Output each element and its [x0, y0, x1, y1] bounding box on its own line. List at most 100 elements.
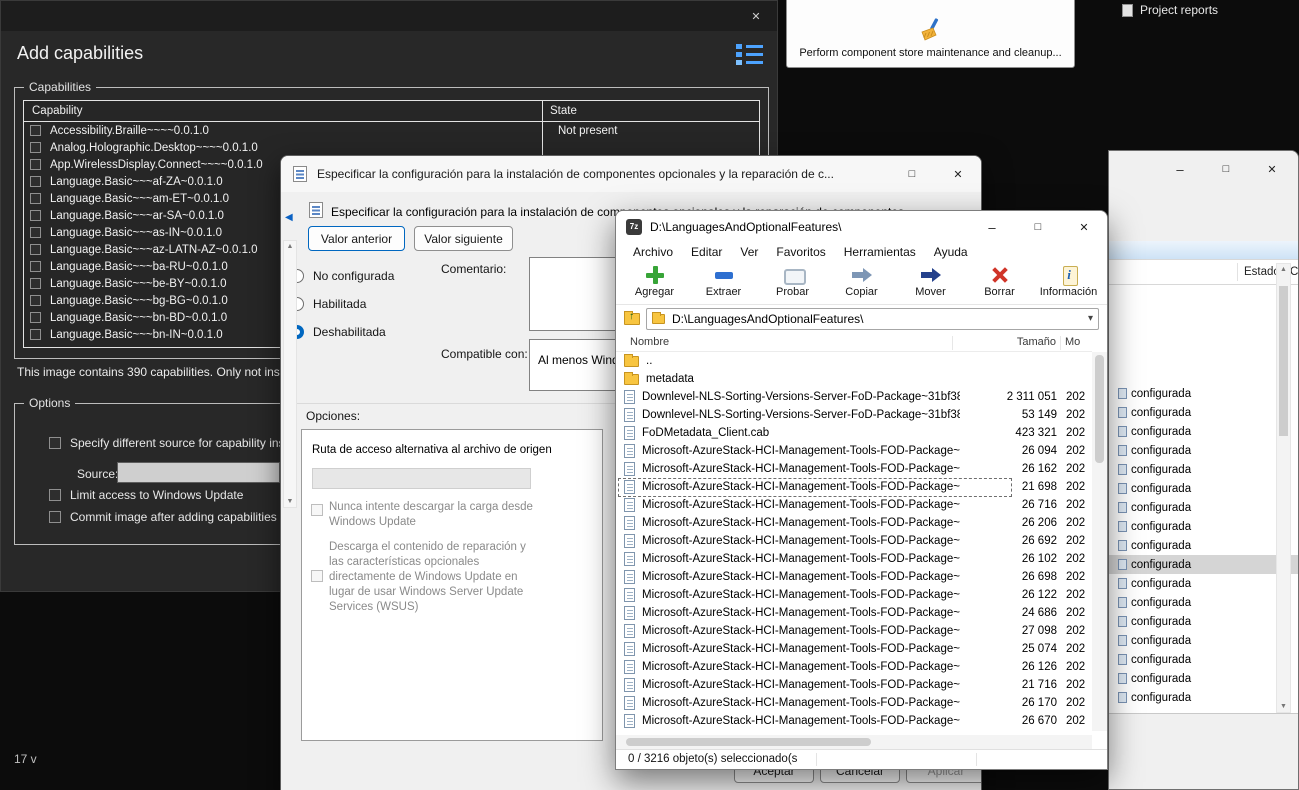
toolbar-delete[interactable]: Borrar: [965, 263, 1034, 304]
menu-item-favoritos[interactable]: Favoritos: [767, 243, 834, 263]
up-directory-icon[interactable]: [624, 311, 640, 325]
scrollbar-thumb[interactable]: [1279, 286, 1288, 436]
policy-state-row[interactable]: configurada: [1109, 650, 1298, 669]
policy-state-row[interactable]: configurada: [1109, 498, 1298, 517]
policy-state-row[interactable]: configurada: [1109, 460, 1298, 479]
checkbox[interactable]: [49, 489, 61, 501]
file-row[interactable]: Microsoft-AzureStack-HCI-Management-Tool…: [617, 550, 1092, 568]
dialog-titlebar[interactable]: Especificar la configuración para la ins…: [281, 156, 981, 192]
gpme-titlebar[interactable]: [1109, 151, 1298, 187]
capability-checkbox[interactable]: [30, 176, 41, 187]
policy-state-row[interactable]: configurada: [1109, 384, 1298, 403]
policy-state-row[interactable]: configurada: [1109, 517, 1298, 536]
name-column-header[interactable]: Nombre: [630, 336, 669, 348]
file-row[interactable]: Microsoft-AzureStack-HCI-Management-Tool…: [617, 496, 1092, 514]
wu-instead-wsus-checkbox[interactable]: [311, 570, 323, 582]
size-column-header[interactable]: Tamaño: [956, 336, 1056, 348]
toolbar-test[interactable]: Probar: [758, 263, 827, 304]
menu-item-ayuda[interactable]: Ayuda: [925, 243, 977, 263]
alt-source-input[interactable]: [312, 468, 531, 489]
close-button[interactable]: [1061, 211, 1107, 243]
specify-source-checkbox-row[interactable]: Specify different source for capability …: [49, 436, 300, 450]
source-input[interactable]: [117, 462, 280, 483]
policy-state-row[interactable]: configurada: [1109, 612, 1298, 631]
file-row[interactable]: metadata: [617, 370, 1092, 388]
modified-column-header[interactable]: Mo: [1065, 336, 1080, 348]
maximize-button[interactable]: [1203, 151, 1249, 187]
radio-enabled[interactable]: Habilitada: [290, 297, 366, 311]
back-arrow-icon[interactable]: [285, 212, 293, 223]
dialog-scrollbar[interactable]: [283, 240, 297, 508]
file-row[interactable]: Microsoft-AzureStack-HCI-Management-Tool…: [617, 676, 1092, 694]
maximize-button[interactable]: [1015, 211, 1061, 243]
add-capabilities-titlebar[interactable]: [1, 1, 777, 31]
policy-state-row[interactable]: configurada: [1109, 403, 1298, 422]
capability-checkbox[interactable]: [30, 312, 41, 323]
file-row[interactable]: Microsoft-AzureStack-HCI-Management-Tool…: [617, 532, 1092, 550]
never-download-checkbox[interactable]: [311, 504, 323, 516]
scrollbar-thumb[interactable]: [626, 738, 871, 746]
policy-state-row[interactable]: configurada: [1109, 536, 1298, 555]
toolbar-move[interactable]: Mover: [896, 263, 965, 304]
checkbox[interactable]: [49, 437, 61, 449]
capability-row[interactable]: Accessibility.Braille~~~~0.0.1.0 Not pres…: [24, 122, 759, 139]
toolbar-info[interactable]: Información: [1034, 263, 1103, 304]
next-setting-button[interactable]: Valor siguiente: [414, 226, 513, 251]
toolbar-copy[interactable]: Copiar: [827, 263, 896, 304]
file-row[interactable]: Microsoft-AzureStack-HCI-Management-Tool…: [617, 586, 1092, 604]
file-row[interactable]: Microsoft-AzureStack-HCI-Management-Tool…: [617, 640, 1092, 658]
policy-state-row[interactable]: configurada: [1109, 688, 1298, 707]
estado-column-header[interactable]: Estado: [1244, 266, 1280, 278]
menu-item-editar[interactable]: Editar: [682, 243, 731, 263]
horizontal-scrollbar[interactable]: [616, 735, 1092, 749]
capability-checkbox[interactable]: [30, 210, 41, 221]
scroll-up-icon[interactable]: [1277, 266, 1290, 273]
file-row[interactable]: Microsoft-AzureStack-HCI-Management-Tool…: [617, 514, 1092, 532]
capability-column-header[interactable]: Capability: [24, 105, 83, 117]
capability-checkbox[interactable]: [30, 244, 41, 255]
menu-item-archivo[interactable]: Archivo: [624, 243, 682, 263]
file-row[interactable]: Microsoft-AzureStack-HCI-Management-Tool…: [617, 604, 1092, 622]
file-row[interactable]: ..: [617, 352, 1092, 370]
radio-not-configured[interactable]: No configurada: [290, 269, 394, 283]
file-row[interactable]: Microsoft-AzureStack-HCI-Management-Tool…: [617, 694, 1092, 712]
minimize-button[interactable]: [969, 211, 1015, 243]
capability-checkbox[interactable]: [30, 227, 41, 238]
file-row[interactable]: Microsoft-AzureStack-HCI-Management-Tool…: [617, 442, 1092, 460]
limit-wu-checkbox-row[interactable]: Limit access to Windows Update: [49, 488, 243, 502]
scroll-up-icon[interactable]: [284, 243, 296, 250]
policy-state-row[interactable]: configurada: [1109, 574, 1298, 593]
file-row[interactable]: FoDMetadata_Client.cab 423 321 202: [617, 424, 1092, 442]
chevron-down-icon[interactable]: [1088, 309, 1093, 329]
close-button[interactable]: [935, 156, 981, 192]
close-button[interactable]: [1249, 151, 1295, 187]
toolbar-extract[interactable]: Extraer: [689, 263, 758, 304]
project-reports-item[interactable]: Project reports: [1122, 3, 1218, 17]
capability-checkbox[interactable]: [30, 329, 41, 340]
capability-row[interactable]: Analog.Holographic.Desktop~~~~0.0.1.0: [24, 139, 759, 156]
file-row[interactable]: Microsoft-AzureStack-HCI-Management-Tool…: [617, 568, 1092, 586]
minimize-button[interactable]: [1157, 151, 1203, 187]
gpme-vertical-scrollbar[interactable]: [1276, 263, 1291, 713]
file-row[interactable]: Microsoft-AzureStack-HCI-Management-Tool…: [617, 460, 1092, 478]
capability-checkbox[interactable]: [30, 295, 41, 306]
file-row[interactable]: Microsoft-AzureStack-HCI-Management-Tool…: [617, 712, 1092, 730]
commit-checkbox-row[interactable]: Commit image after adding capabilities: [49, 510, 277, 524]
capability-checkbox[interactable]: [30, 142, 41, 153]
file-row[interactable]: Microsoft-AzureStack-HCI-Management-Tool…: [617, 478, 1092, 497]
capability-checkbox[interactable]: [30, 125, 41, 136]
menu-item-ver[interactable]: Ver: [731, 243, 767, 263]
sevenzip-titlebar[interactable]: D:\LanguagesAndOptionalFeatures\: [616, 211, 1107, 243]
maintenance-menu-item[interactable]: Perform component store maintenance and …: [786, 0, 1075, 68]
capability-checkbox[interactable]: [30, 193, 41, 204]
checkbox[interactable]: [49, 511, 61, 523]
capability-checkbox[interactable]: [30, 159, 41, 170]
policy-state-row[interactable]: configurada: [1109, 669, 1298, 688]
address-combo[interactable]: D:\LanguagesAndOptionalFeatures\: [646, 308, 1099, 330]
previous-setting-button[interactable]: Valor anterior: [308, 226, 405, 251]
maximize-button[interactable]: [889, 156, 935, 192]
vertical-scrollbar[interactable]: [1092, 352, 1107, 731]
scrollbar-thumb[interactable]: [1095, 355, 1104, 463]
scroll-down-icon[interactable]: [284, 498, 296, 505]
policy-state-row[interactable]: configurada: [1109, 631, 1298, 650]
